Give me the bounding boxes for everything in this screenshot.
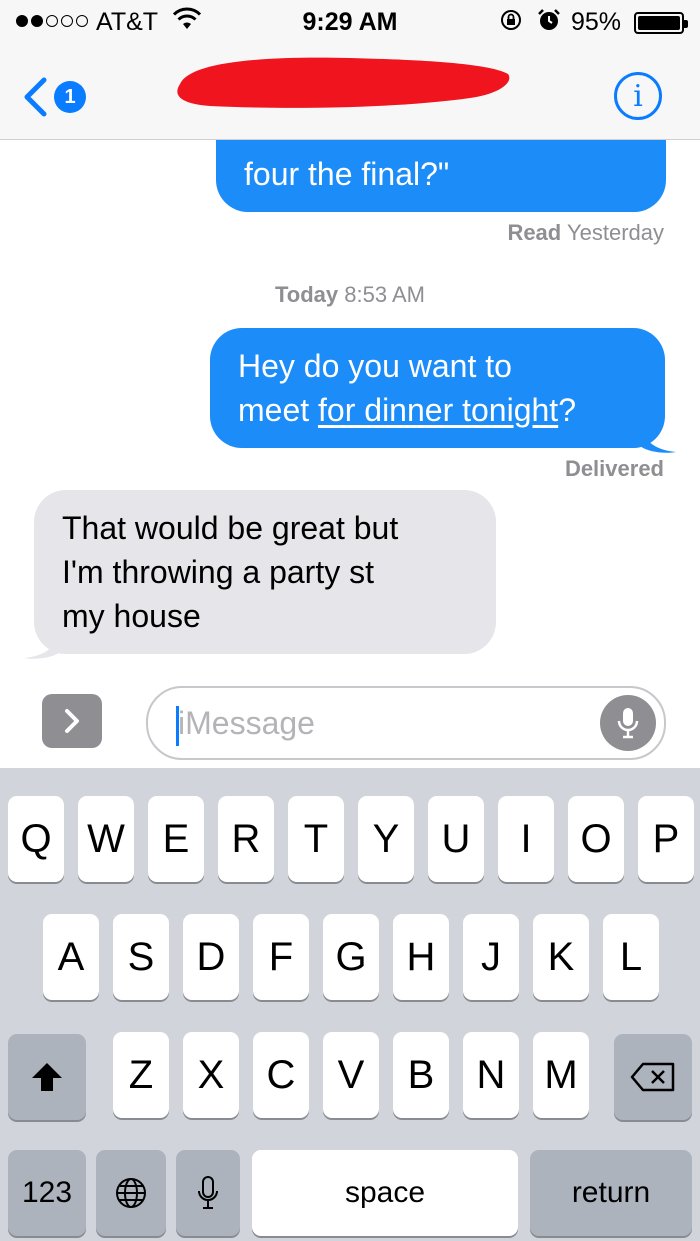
message-text: four the final?" bbox=[244, 156, 450, 192]
info-icon: i bbox=[633, 78, 643, 114]
return-key[interactable]: return bbox=[530, 1150, 692, 1236]
sent-message-bubble[interactable]: Hey do you want to meet for dinner tonig… bbox=[210, 328, 665, 448]
key-t[interactable]: T bbox=[288, 796, 344, 882]
globe-icon bbox=[116, 1178, 146, 1208]
message-text: my house bbox=[62, 598, 201, 634]
key-l[interactable]: L bbox=[603, 914, 659, 1000]
sent-message-bubble[interactable]: four the final?" bbox=[216, 140, 666, 212]
key-d[interactable]: D bbox=[183, 914, 239, 1000]
shift-arrow-icon bbox=[32, 1063, 62, 1091]
key-p[interactable]: P bbox=[638, 796, 694, 882]
chevron-left-icon bbox=[24, 77, 47, 117]
info-button[interactable]: i bbox=[614, 72, 662, 120]
message-text: Hey do you want to bbox=[238, 348, 512, 384]
microphone-icon bbox=[617, 708, 639, 739]
dictation-key[interactable] bbox=[176, 1150, 240, 1236]
key-j[interactable]: J bbox=[463, 914, 519, 1000]
delivery-status: Delivered bbox=[564, 456, 664, 481]
battery-icon bbox=[634, 12, 688, 34]
compose-bar: iMessage bbox=[0, 680, 700, 768]
redacted-contact-name bbox=[177, 57, 510, 108]
battery-percent: 95% bbox=[571, 8, 622, 36]
dictation-button[interactable] bbox=[600, 695, 656, 751]
orientation-lock-icon bbox=[501, 10, 521, 30]
status-bar: AT&T 9:29 AM 95% bbox=[0, 0, 700, 44]
alarm-icon bbox=[538, 9, 560, 30]
key-n[interactable]: N bbox=[463, 1032, 519, 1118]
backspace-key[interactable] bbox=[614, 1034, 692, 1120]
key-m[interactable]: M bbox=[533, 1032, 589, 1118]
numbers-key[interactable]: 123 bbox=[8, 1150, 86, 1236]
key-s[interactable]: S bbox=[113, 914, 169, 1000]
key-f[interactable]: F bbox=[253, 914, 309, 1000]
key-b[interactable]: B bbox=[393, 1032, 449, 1118]
message-input[interactable]: iMessage bbox=[146, 686, 666, 760]
key-a[interactable]: A bbox=[43, 914, 99, 1000]
message-text: I'm throwing a party st bbox=[62, 554, 374, 590]
key-e[interactable]: E bbox=[148, 796, 204, 882]
globe-key[interactable] bbox=[96, 1150, 166, 1236]
backspace-icon bbox=[630, 1062, 675, 1092]
message-text: That would be great but bbox=[62, 510, 399, 546]
back-button[interactable]: 1 bbox=[22, 72, 102, 122]
key-u[interactable]: U bbox=[428, 796, 484, 882]
key-k[interactable]: K bbox=[533, 914, 589, 1000]
read-receipt: Read Yesterday bbox=[507, 220, 664, 245]
shift-key[interactable] bbox=[8, 1034, 86, 1120]
key-r[interactable]: R bbox=[218, 796, 274, 882]
keyboard: 123 space return QWERTYUIOP ASDFGHJKL ZXCV… bbox=[0, 768, 700, 1241]
message-thread: four the final?" Read Yesterday Today 8:… bbox=[0, 140, 700, 680]
key-v[interactable]: V bbox=[323, 1032, 379, 1118]
app-drawer-button[interactable] bbox=[42, 694, 102, 748]
bubble-tail bbox=[640, 422, 676, 453]
key-y[interactable]: Y bbox=[358, 796, 414, 882]
key-c[interactable]: C bbox=[253, 1032, 309, 1118]
message-placeholder: iMessage bbox=[178, 705, 315, 741]
message-text: meet for dinner tonight? bbox=[238, 392, 576, 428]
top-bar: AT&T 9:29 AM 95% 1 i bbox=[0, 0, 700, 140]
conversation-header: 1 i bbox=[0, 52, 700, 138]
key-x[interactable]: X bbox=[183, 1032, 239, 1118]
bubble-tail bbox=[24, 628, 60, 659]
received-message-bubble[interactable]: That would be great but I'm throwing a p… bbox=[34, 490, 496, 654]
key-i[interactable]: I bbox=[498, 796, 554, 882]
timestamp-divider: Today 8:53 AM bbox=[275, 282, 425, 307]
microphone-icon bbox=[198, 1176, 218, 1209]
unread-count-badge: 1 bbox=[54, 81, 86, 113]
key-o[interactable]: O bbox=[568, 796, 624, 882]
key-z[interactable]: Z bbox=[113, 1032, 169, 1118]
key-h[interactable]: H bbox=[393, 914, 449, 1000]
chevron-right-icon bbox=[65, 709, 79, 733]
space-key[interactable]: space bbox=[252, 1150, 518, 1236]
key-w[interactable]: W bbox=[78, 796, 134, 882]
detected-event-link[interactable]: for dinner tonight bbox=[318, 392, 558, 428]
key-g[interactable]: G bbox=[323, 914, 379, 1000]
key-q[interactable]: Q bbox=[8, 796, 64, 882]
